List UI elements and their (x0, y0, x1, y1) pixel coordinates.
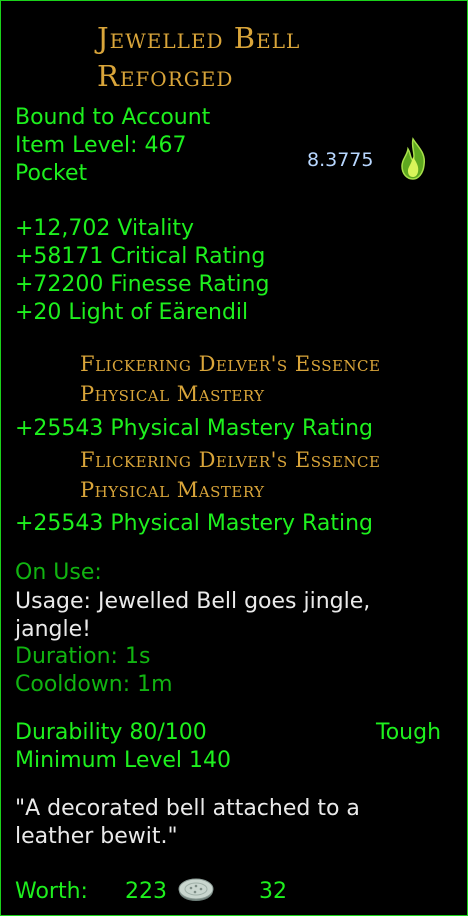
description-line-1: "A decorated bell attached to a (15, 796, 360, 821)
stat-line-4: +20 Light of Eärendil (15, 300, 249, 325)
essence-1-type: Physical Mastery (80, 382, 265, 406)
essence-2-type: Physical Mastery (80, 478, 265, 502)
item-level: Item Level: 467 (15, 133, 187, 158)
description-line-2: leather bewit." (15, 824, 178, 849)
on-use-header: On Use: (15, 560, 102, 585)
cooldown-text: Cooldown: 1m (15, 672, 173, 697)
item-title-line-2: Reforged (97, 59, 234, 93)
usage-line-1: Usage: Jewelled Bell goes jingle, (15, 589, 371, 614)
essence-1-bonus: +25543 Physical Mastery Rating (15, 416, 373, 441)
stat-line-3: +72200 Finesse Rating (15, 272, 270, 297)
worth-label: Worth: (15, 879, 88, 904)
item-tooltip: Jewelled Bell Reforged Bound to Account … (0, 0, 468, 916)
item-title: Jewelled Bell Reforged (97, 19, 300, 95)
durability-type: Tough (376, 720, 442, 745)
durability-text: Durability 80/100 (15, 720, 207, 745)
item-title-line-1: Jewelled Bell (97, 21, 301, 55)
item-slot: Pocket (15, 161, 88, 186)
worth-silver-amount: 223 (125, 879, 167, 904)
duration-text: Duration: 1s (15, 644, 151, 669)
minimum-level: Minimum Level 140 (15, 748, 232, 773)
essence-2-bonus: +25543 Physical Mastery Rating (15, 511, 373, 536)
stat-line-2: +58171 Critical Rating (15, 244, 266, 269)
item-rating-value: 8.3775 (307, 149, 374, 171)
worth-copper-amount: 32 (259, 879, 287, 904)
binding-text: Bound to Account (15, 105, 211, 130)
stat-line-1: +12,702 Vitality (15, 216, 195, 241)
essence-1-name: Flickering Delver's Essence (80, 352, 381, 376)
silver-coin-icon (178, 878, 214, 901)
green-flame-icon (401, 137, 426, 180)
essence-2-name: Flickering Delver's Essence (80, 448, 381, 472)
usage-line-2: jangle! (15, 617, 91, 642)
